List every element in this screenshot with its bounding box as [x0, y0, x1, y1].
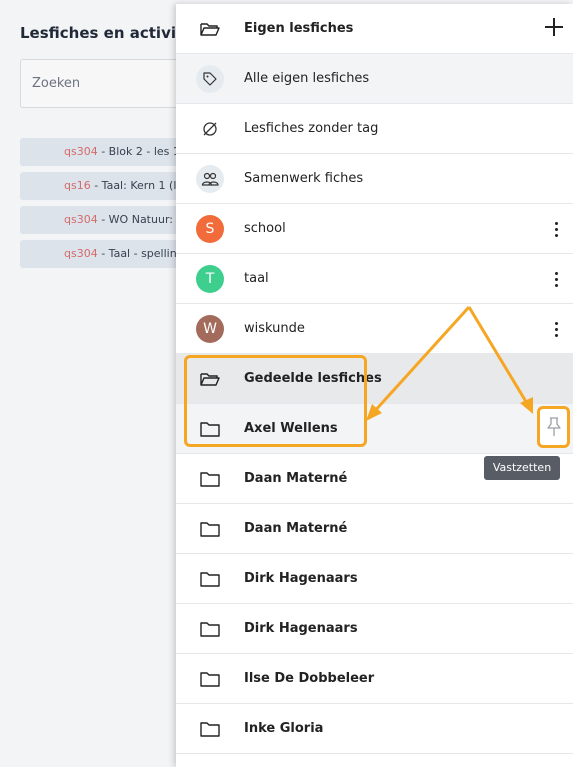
search-label: Zoeken — [32, 76, 81, 91]
folder-icon — [200, 722, 220, 737]
lesson-row[interactable]: qs304 - Blok 2 - les 1 — [20, 138, 190, 166]
shared-item[interactable]: Dirk Hagenaars — [176, 604, 573, 654]
lesfiches-drawer: Eigen lesfiches Alle eigen lesfiches Les… — [176, 4, 573, 767]
shared-item[interactable]: Axel Wellens — [176, 404, 573, 454]
folder-icon — [200, 622, 220, 637]
tag-item-taal[interactable]: T taal — [176, 254, 573, 304]
lesson-row[interactable]: qs16 - Taal: Kern 1 (l — [20, 172, 190, 200]
shared-item-label: Dirk Hagenaars — [244, 621, 358, 636]
tag-avatar: W — [196, 315, 224, 343]
lesson-code: qs16 — [64, 179, 91, 192]
tag-label: wiskunde — [244, 321, 305, 336]
own-section-header[interactable]: Eigen lesfiches — [176, 4, 573, 54]
folder-icon — [200, 672, 220, 687]
shared-section-title: Gedeelde lesfiches — [244, 371, 382, 386]
own-section-title: Eigen lesfiches — [244, 21, 354, 36]
kebab-menu-icon[interactable] — [549, 216, 563, 242]
own-item-label: Lesfiches zonder tag — [244, 121, 379, 136]
lesson-code: qs304 — [64, 247, 98, 260]
own-item-label: Samenwerk fiches — [244, 171, 364, 186]
pin-button[interactable] — [537, 406, 570, 448]
shared-section-header[interactable]: Gedeelde lesfiches — [176, 354, 573, 404]
folder-icon — [200, 422, 220, 437]
shared-item-label: Daan Materné — [244, 471, 348, 486]
folder-icon — [200, 522, 220, 537]
lesson-row[interactable]: qs304 - WO Natuur: D — [20, 206, 190, 234]
kebab-menu-icon[interactable] — [549, 316, 563, 342]
shared-item-label: Axel Wellens — [244, 421, 338, 436]
shared-item-label: Daan Materné — [244, 521, 348, 536]
shared-item-label: Ilse De Dobbeleer — [244, 671, 375, 686]
pin-icon — [546, 417, 561, 436]
shared-item[interactable]: Inke Gloria — [176, 704, 573, 754]
folder-icon — [200, 572, 220, 587]
lesson-code: qs304 — [64, 213, 98, 226]
tag-avatar: T — [196, 265, 224, 293]
tag-icon — [196, 65, 224, 93]
lesson-code: qs304 — [64, 145, 98, 158]
shared-item[interactable]: Daan Materné — [176, 504, 573, 554]
lesson-title: - Blok 2 - les 1 — [97, 145, 180, 158]
own-item-all[interactable]: Alle eigen lesfiches — [176, 54, 573, 104]
shared-item-label: Inke Gloria — [244, 721, 324, 736]
search-input[interactable]: Zoeken — [20, 59, 190, 108]
shared-item[interactable]: Ilse De Dobbeleer — [176, 654, 573, 704]
own-item-label: Alle eigen lesfiches — [244, 71, 370, 86]
pin-tooltip: Vastzetten — [484, 456, 560, 480]
folder-open-icon — [200, 23, 220, 36]
tag-avatar: S — [196, 215, 224, 243]
kebab-menu-icon[interactable] — [549, 266, 563, 292]
tag-label: taal — [244, 271, 269, 286]
lesson-title: - Taal: Kern 1 (l — [90, 179, 177, 192]
lesson-title: - Taal - spellin — [97, 247, 177, 260]
folder-open-icon — [200, 373, 220, 386]
no-tag-icon — [196, 115, 224, 143]
lesson-title: - WO Natuur: D — [97, 213, 185, 226]
plus-icon[interactable] — [543, 16, 565, 38]
shared-item[interactable]: Dirk Hagenaars — [176, 554, 573, 604]
tag-label: school — [244, 221, 286, 236]
users-icon — [196, 165, 224, 193]
own-item-no-tag[interactable]: Lesfiches zonder tag — [176, 104, 573, 154]
lesson-row[interactable]: qs304 - Taal - spellin — [20, 240, 190, 268]
tag-item-school[interactable]: S school — [176, 204, 573, 254]
shared-item-label: Dirk Hagenaars — [244, 571, 358, 586]
folder-icon — [200, 472, 220, 487]
tag-item-wiskunde[interactable]: W wiskunde — [176, 304, 573, 354]
own-item-samenwerk[interactable]: Samenwerk fiches — [176, 154, 573, 204]
